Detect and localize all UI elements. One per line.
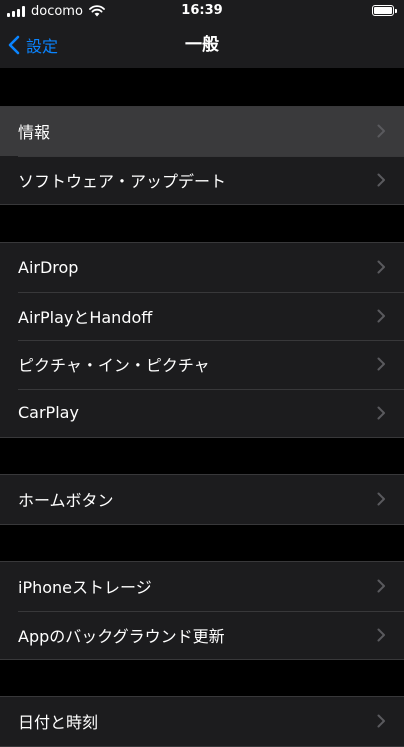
row-label: 日付と時刻 [18, 713, 99, 733]
chevron-right-icon [377, 628, 385, 642]
settings-group: iPhoneストレージ Appのバックグラウンド更新 [0, 561, 404, 660]
row-home-button[interactable]: ホームボタン [0, 475, 404, 524]
row-background-app-refresh[interactable]: Appのバックグラウンド更新 [0, 610, 404, 660]
chevron-right-icon [377, 357, 385, 371]
row-label: CarPlay [18, 403, 79, 423]
chevron-right-icon [377, 406, 385, 420]
row-about[interactable]: 情報 [0, 107, 404, 156]
chevron-right-icon [377, 492, 385, 506]
row-airplay-handoff[interactable]: AirPlayとHandoff [0, 291, 404, 341]
status-bar: docomo 16:39 [0, 0, 404, 22]
status-time: 16:39 [181, 3, 223, 18]
row-label: 情報 [18, 123, 51, 143]
row-picture-in-picture[interactable]: ピクチャ・イン・ピクチャ [0, 340, 404, 389]
settings-group: ホームボタン [0, 474, 404, 525]
chevron-right-icon [377, 124, 385, 138]
chevron-right-icon [377, 309, 385, 323]
navigation-bar: 設定 一般 [0, 22, 404, 68]
chevron-right-icon [377, 173, 385, 187]
row-label: ホームボタン [18, 491, 114, 511]
chevron-right-icon [377, 579, 385, 593]
row-label: iPhoneストレージ [18, 578, 152, 598]
row-software-update[interactable]: ソフトウェア・アップデート [0, 155, 404, 205]
chevron-right-icon [377, 260, 385, 274]
chevron-right-icon [377, 714, 385, 728]
row-date-time[interactable]: 日付と時刻 [0, 697, 404, 746]
settings-group: 情報 ソフトウェア・アップデート [0, 106, 404, 205]
settings-group: 日付と時刻 [0, 696, 404, 747]
battery-icon [372, 5, 397, 16]
row-label: ソフトウェア・アップデート [18, 171, 227, 191]
settings-group: AirDrop AirPlayとHandoff ピクチャ・イン・ピクチャ Car… [0, 242, 404, 438]
row-iphone-storage[interactable]: iPhoneストレージ [0, 562, 404, 611]
row-carplay[interactable]: CarPlay [0, 388, 404, 438]
row-label: Appのバックグラウンド更新 [18, 626, 225, 646]
row-label: AirPlayとHandoff [18, 307, 153, 327]
row-label: ピクチャ・イン・ピクチャ [18, 356, 210, 376]
row-label: AirDrop [18, 257, 79, 277]
row-airdrop[interactable]: AirDrop [0, 243, 404, 292]
page-title: 一般 [185, 35, 219, 55]
